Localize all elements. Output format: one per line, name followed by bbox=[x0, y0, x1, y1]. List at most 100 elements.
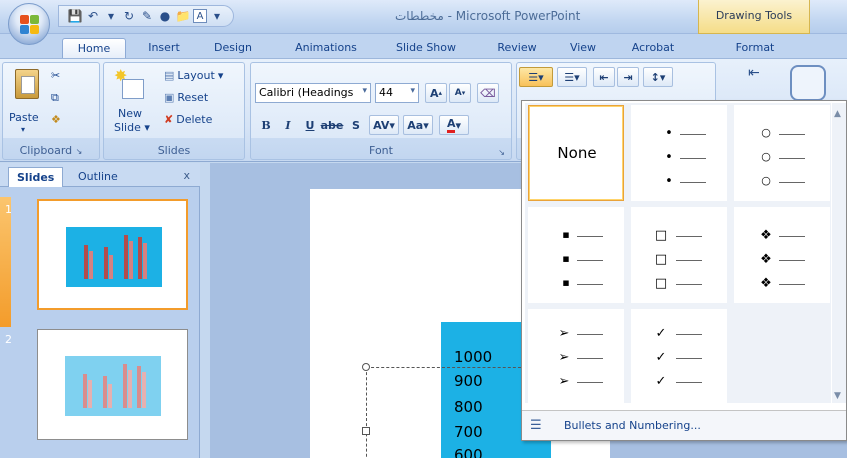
edit-document-icon[interactable]: ✎ bbox=[139, 8, 155, 24]
slide-thumbnail-1[interactable]: 1 bbox=[0, 197, 200, 327]
layout-icon: ▤ bbox=[164, 69, 175, 82]
text-direction-icon[interactable]: ⇤ bbox=[748, 65, 766, 91]
redo-icon[interactable]: ↻ bbox=[121, 8, 137, 24]
bullet-style-filled-round[interactable]: • • • bbox=[631, 105, 727, 201]
bullet-style-filled-square[interactable]: ▪ ▪ ▪ bbox=[528, 207, 624, 303]
scroll-down-icon[interactable]: ▼ bbox=[834, 391, 841, 401]
reset-icon: ▣ bbox=[164, 91, 175, 104]
hollow-round-bullet-icon: ○ bbox=[761, 174, 771, 187]
font-size-field[interactable]: 44 ▾ bbox=[375, 83, 419, 103]
selection-outline bbox=[366, 367, 526, 458]
filled-round-bullet-icon: • bbox=[665, 126, 673, 141]
tab-slides[interactable]: Slides bbox=[8, 167, 64, 187]
bullets-button[interactable]: ☰▾ bbox=[519, 67, 553, 87]
font-name-dropdown-icon[interactable]: ▾ bbox=[362, 86, 367, 96]
close-pane-icon[interactable]: x bbox=[183, 169, 190, 182]
strikethrough-button[interactable]: abe bbox=[321, 115, 344, 135]
menu-scrollbar[interactable]: ▲ ▼ bbox=[832, 103, 846, 403]
customize-toolbar-icon[interactable]: ▾ bbox=[209, 8, 225, 24]
bullet-style-four-diamond[interactable]: ❖ ❖ ❖ bbox=[734, 207, 830, 303]
y-axis-tick: 1000 bbox=[454, 348, 493, 366]
font-group: Calibri (Headings ▾ 44 ▾ A ▴ A ▾ ⌫ B I U abe… bbox=[250, 62, 512, 160]
slides-group: ✸ New Slide ▾ ▤ Layout ▾ ▣ Reset ✘ Delete S… bbox=[103, 62, 245, 160]
resize-handle[interactable] bbox=[362, 427, 370, 435]
text-shadow-button[interactable]: S bbox=[345, 115, 367, 135]
tab-home[interactable]: Home bbox=[62, 38, 126, 58]
font-color-button[interactable]: A ▾ bbox=[439, 115, 469, 135]
tab-outline[interactable]: Outline bbox=[70, 167, 126, 187]
clipboard-group-label: Clipboard ↘ bbox=[19, 144, 83, 157]
hollow-square-bullet-icon: □ bbox=[654, 276, 668, 291]
bullet-style-grid: None • • • ○ ○ ○ ▪ ▪ ▪ □ □ □ ❖ ❖ ❖ ➢ ➢ ➢… bbox=[525, 103, 831, 405]
bullets-and-numbering-menu-item[interactable]: ☰ Bullets and Numbering... bbox=[522, 410, 846, 440]
underline-button[interactable]: U bbox=[299, 115, 321, 135]
change-case-button[interactable]: Aa ▾ bbox=[403, 115, 433, 135]
bold-button[interactable]: B bbox=[255, 115, 277, 135]
tab-view[interactable]: View bbox=[558, 38, 608, 58]
font-dialog-launcher-icon[interactable]: ↘ bbox=[498, 148, 505, 157]
shrink-font-button[interactable]: A ▾ bbox=[449, 83, 471, 103]
numbering-button[interactable]: ☰▾ bbox=[557, 67, 587, 87]
tab-acrobat[interactable]: Acrobat bbox=[620, 38, 686, 58]
bullet-style-hollow-square[interactable]: □ □ □ bbox=[631, 207, 727, 303]
tab-format[interactable]: Format bbox=[720, 38, 790, 58]
arrow-bullet-icon: ➢ bbox=[558, 350, 570, 365]
tab-animations[interactable]: Animations bbox=[280, 38, 372, 58]
delete-button[interactable]: ✘ Delete bbox=[164, 113, 212, 126]
decrease-indent-button[interactable]: ⇤ bbox=[593, 67, 615, 87]
dropdown-arrow-icon[interactable]: ▾ bbox=[103, 8, 119, 24]
increase-indent-button[interactable]: ⇥ bbox=[617, 67, 639, 87]
text-box-icon[interactable]: A bbox=[193, 9, 207, 23]
slide-number: 1 bbox=[5, 203, 12, 216]
line-spacing-button[interactable]: ↕▾ bbox=[643, 67, 673, 87]
checkmark-bullet-icon: ✓ bbox=[655, 326, 667, 341]
filled-square-bullet-icon: ▪ bbox=[562, 252, 570, 265]
tab-insert[interactable]: Insert bbox=[134, 38, 194, 58]
save-icon[interactable]: 💾 bbox=[67, 8, 83, 24]
bullet-style-hollow-round[interactable]: ○ ○ ○ bbox=[734, 105, 830, 201]
bullet-style-arrow[interactable]: ➢ ➢ ➢ bbox=[528, 309, 624, 405]
tab-slide-show[interactable]: Slide Show bbox=[380, 38, 472, 58]
quick-access-toolbar: 💾 ↶ ▾ ↻ ✎ ● 📁 A ▾ bbox=[58, 5, 234, 27]
character-spacing-button[interactable]: AV ▾ bbox=[369, 115, 399, 135]
copy-icon[interactable]: ⧉ bbox=[51, 91, 59, 105]
italic-button[interactable]: I bbox=[277, 115, 299, 135]
bullet-style-checkmark[interactable]: ✓ ✓ ✓ bbox=[631, 309, 727, 405]
arrow-bullet-icon: ➢ bbox=[558, 326, 570, 341]
resize-handle[interactable] bbox=[362, 363, 370, 371]
undo-icon[interactable]: ↶ bbox=[85, 8, 101, 24]
slide-thumbnail-2[interactable]: 2 bbox=[0, 327, 200, 457]
shapes-icon[interactable] bbox=[790, 65, 826, 101]
open-folder-icon[interactable]: 📁 bbox=[175, 8, 191, 24]
slide-chart-thumbnail bbox=[65, 356, 161, 416]
paste-button-label[interactable]: Paste bbox=[9, 111, 39, 124]
format-painter-icon[interactable]: ❖ bbox=[51, 113, 61, 126]
new-slide-icon[interactable]: ✸ bbox=[114, 68, 144, 101]
filled-round-bullet-icon: • bbox=[665, 174, 673, 189]
bullet-style-none[interactable]: None bbox=[528, 105, 624, 201]
dialog-launcher-icon[interactable]: ↘ bbox=[76, 147, 83, 156]
paste-icon[interactable] bbox=[15, 69, 39, 99]
font-size-dropdown-icon[interactable]: ▾ bbox=[410, 86, 415, 96]
layout-button[interactable]: ▤ Layout ▾ bbox=[164, 69, 223, 82]
reset-button[interactable]: ▣ Reset bbox=[164, 91, 208, 104]
bullet-library-menu: None • • • ○ ○ ○ ▪ ▪ ▪ □ □ □ ❖ ❖ ❖ ➢ ➢ ➢… bbox=[521, 100, 847, 441]
four-diamond-bullet-icon: ❖ bbox=[760, 276, 772, 291]
people-icon[interactable]: ● bbox=[157, 8, 173, 24]
slides-group-label: Slides bbox=[157, 144, 191, 157]
font-name-field[interactable]: Calibri (Headings ▾ bbox=[255, 83, 371, 103]
scroll-up-icon[interactable]: ▲ bbox=[834, 109, 841, 119]
arrow-bullet-icon: ➢ bbox=[558, 374, 570, 389]
tab-review[interactable]: Review bbox=[484, 38, 550, 58]
paste-dropdown-icon[interactable]: ▾ bbox=[21, 125, 25, 134]
cut-icon[interactable]: ✂ bbox=[51, 69, 60, 82]
bullet-list-icon: ☰ bbox=[530, 418, 542, 433]
new-slide-label-line2[interactable]: Slide ▾ bbox=[114, 121, 150, 134]
drawing-tools-label: Drawing Tools bbox=[715, 9, 793, 22]
tab-design[interactable]: Design bbox=[202, 38, 264, 58]
clear-formatting-button[interactable]: ⌫ bbox=[477, 83, 499, 103]
selected-slide-indicator bbox=[0, 197, 11, 327]
grow-font-button[interactable]: A ▴ bbox=[425, 83, 447, 103]
office-button[interactable] bbox=[8, 3, 50, 45]
new-slide-label-line1[interactable]: New bbox=[118, 107, 142, 120]
